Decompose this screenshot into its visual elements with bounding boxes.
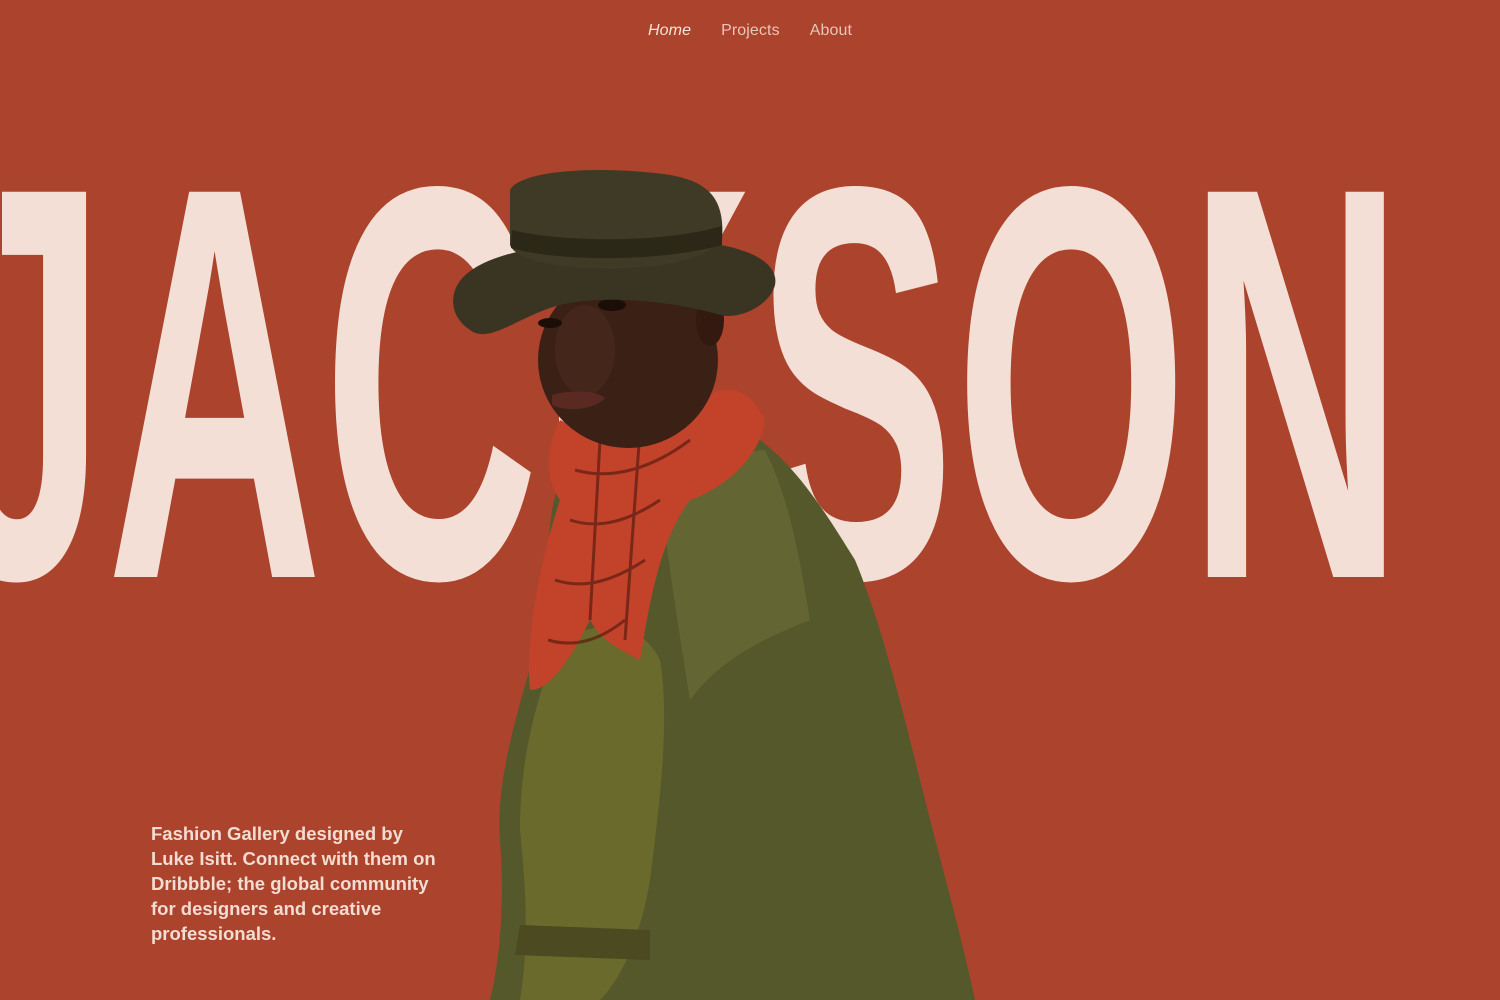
belt-shape [515,925,650,960]
eye-right [598,299,626,311]
nav-home-link[interactable]: Home [648,22,691,40]
nav-projects-link[interactable]: Projects [721,22,780,40]
hero-page: Home Projects About JACKSON [0,0,1500,1000]
eye-left [538,318,562,328]
nav-about-link[interactable]: About [810,22,852,40]
top-nav: Home Projects About [0,22,1500,40]
description-text: Fashion Gallery designed by Luke Isitt. … [151,823,436,944]
